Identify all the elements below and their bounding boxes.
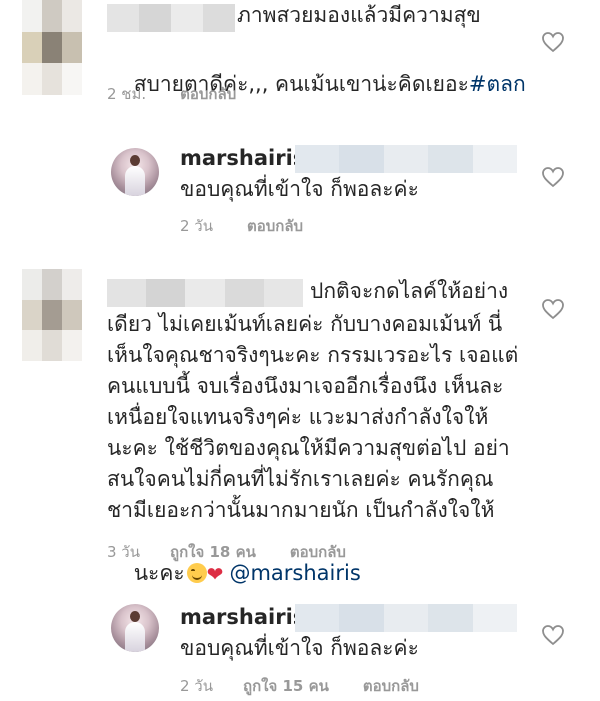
like-heart-icon[interactable] [541,298,565,320]
comment-time: 2 วัน [180,677,213,695]
comment-text-line: เหนื่อยใจแทนจริงๆค่ะ แวะมาส่งกำลังใจให้ [107,405,489,429]
avatar[interactable] [111,604,159,652]
likes-count[interactable]: ถูกใจ 15 คน [243,677,329,695]
reply-username[interactable]: marshairis [180,602,305,634]
blurred-username [107,279,304,307]
like-heart-icon[interactable] [541,624,565,646]
comment-text-line: สนใจคนไม่กี่คนที่ไม่รักเราเลยค่ะ คนรักคุ… [107,467,494,491]
comment-text-line: ปกติจะกดไลค์ให้อย่าง [310,279,509,303]
reply-username[interactable]: marshairis [180,143,305,175]
reply-item: marshairis ขอบคุณที่เข้าใจ ก็พอละค่ะ 2 ว… [0,588,600,701]
like-heart-icon[interactable] [541,166,565,188]
smile-emoji-icon [186,562,207,583]
reply-button[interactable]: ตอบกลับ [180,85,236,103]
reply-button[interactable]: ตอบกลับ [247,217,303,235]
comment-time: 2 วัน [180,217,213,235]
hashtag-link[interactable]: #ตลก [469,72,526,96]
comment-item: ปกติจะกดไลค์ให้อย่าง เดียว ไม่เคยเม้นท์เ… [0,265,600,586]
comment-text-line: เดียว ไม่เคยเม้นท์เลยค่ะ กับบางคอมเม้นท์… [107,312,503,336]
like-heart-icon[interactable] [541,31,565,53]
reply-button[interactable]: ตอบกลับ [290,543,346,561]
comment-time: 2 ชม. [107,85,147,103]
blurred-username [107,4,235,32]
reply-text: ขอบคุณที่เข้าใจ ก็พอละค่ะ [180,177,419,201]
comment-meta: 2 ชม. ตอบกลับ [107,82,236,106]
avatar[interactable] [111,148,159,196]
blurred-username [295,145,518,173]
comment-time: 3 วัน [107,543,140,561]
likes-count[interactable]: ถูกใจ 18 คน [170,543,256,561]
comment-text-line: นะคะ ใช้ชีวิตของคุณให้มีความสุขต่อไป อย่… [107,436,510,460]
pixelated-avatar [22,269,82,361]
pixelated-avatar [22,0,82,95]
comment-meta: 2 วัน ตอบกลับ [180,214,303,238]
comment-meta: 2 วัน ถูกใจ 15 คน ตอบกลับ [180,674,419,698]
blurred-username [295,604,518,632]
comment-text-line: เห็นใจคุณชาจริงๆนะคะ กรรมเวรอะไร เจอแต่ [107,343,519,367]
comment-text: นะคะ [133,560,185,585]
mention-link[interactable]: @marshairis [229,561,360,585]
comment-text-line: ภาพสวยมองแล้วมีความสุข [237,3,481,27]
comment-text-line: ชามีเยอะกว่านั้นมากมายนัก เป็นกำลังใจให้ [107,498,495,522]
reply-button[interactable]: ตอบกลับ [363,677,419,695]
comment-meta: 3 วัน ถูกใจ 18 คน ตอบกลับ [107,540,346,564]
comment-item: ภาพสวยมองแล้วมีความสุข สบายตาดีค่ะ,,, คน… [0,0,600,110]
comment-text-line: คนแบบนี้ จบเรื่องนึงมาเจออีกเรื่องนึง เห… [107,374,504,398]
reply-item: marshairis ขอบคุณที่เข้าใจ ก็พอละค่ะ 2 ว… [0,130,600,250]
reply-text: ขอบคุณที่เข้าใจ ก็พอละค่ะ [180,636,419,660]
